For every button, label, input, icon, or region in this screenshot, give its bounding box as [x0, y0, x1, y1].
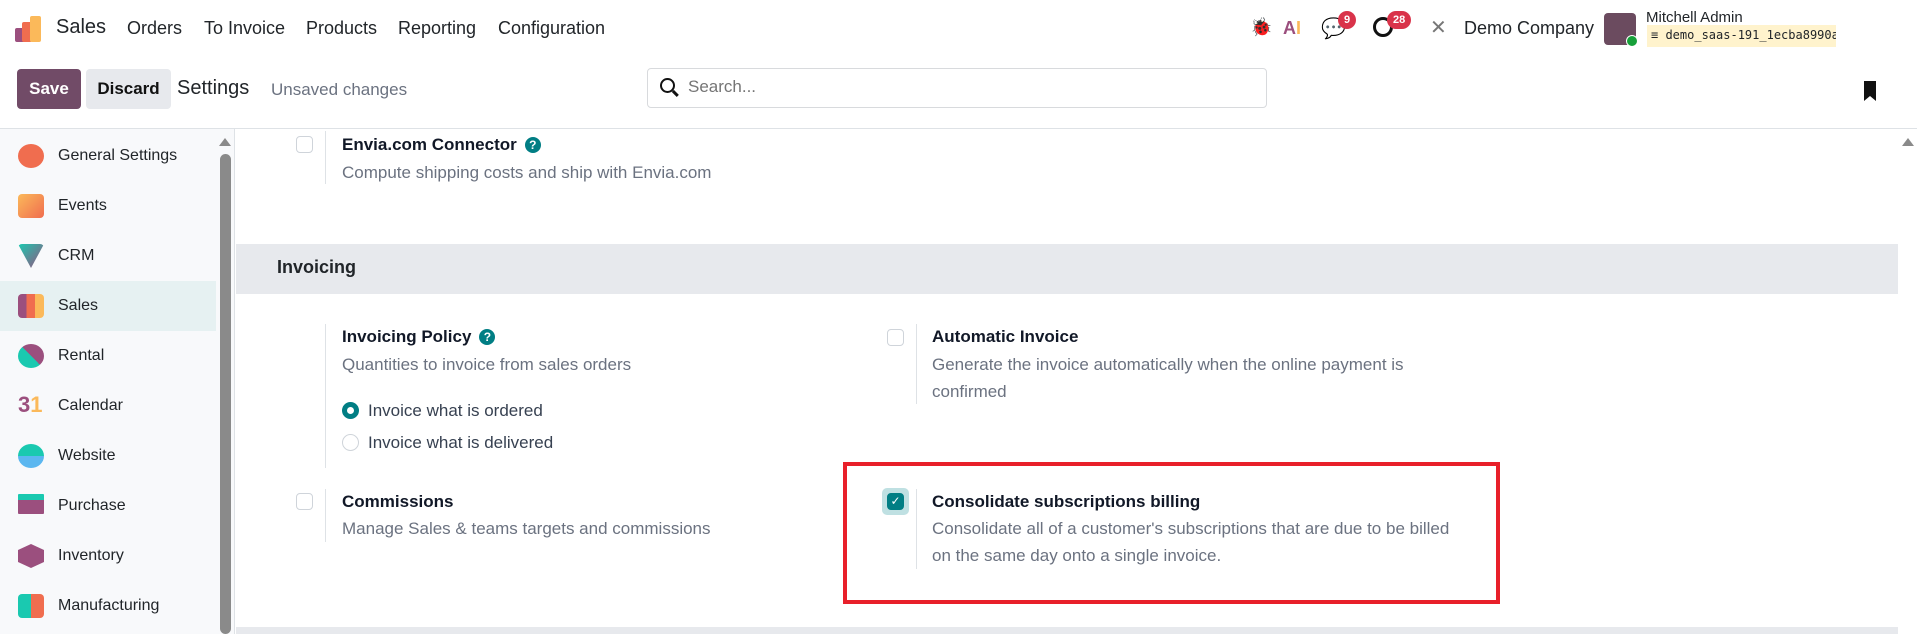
next-section-header — [236, 627, 1898, 634]
commissions-checkbox[interactable] — [296, 493, 313, 510]
sidebar-item-events[interactable]: Events — [0, 181, 216, 231]
avatar[interactable] — [1604, 13, 1638, 47]
database-name: demo_saas-191_1ecba8990a5f… — [1665, 28, 1836, 42]
user-name[interactable]: Mitchell Admin — [1646, 9, 1743, 26]
sidebar-item-label: Purchase — [58, 497, 126, 514]
messages-badge: 9 — [1338, 11, 1357, 29]
sidebar-item-label: Rental — [58, 347, 105, 364]
highlight-box — [843, 462, 1500, 604]
automatic-invoice-desc: Generate the invoice automatically when … — [932, 355, 1404, 401]
envia-desc: Compute shipping costs and ship with Env… — [342, 163, 712, 182]
crm-icon — [18, 244, 44, 268]
sidebar-item-purchase[interactable]: Purchase — [0, 481, 216, 531]
sidebar-item-label: Calendar — [58, 397, 123, 414]
sidebar-scroll-up[interactable] — [219, 138, 231, 146]
sidebar-item-inventory[interactable]: Inventory — [0, 531, 216, 581]
commissions-desc: Manage Sales & teams targets and commiss… — [342, 519, 711, 538]
breadcrumb: Settings — [177, 77, 250, 99]
events-icon — [18, 194, 44, 218]
sidebar-item-label: CRM — [58, 247, 95, 264]
tools-icon[interactable]: ✕ — [1430, 15, 1447, 40]
sidebar-item-label: Manufacturing — [58, 597, 160, 614]
company-switcher[interactable]: Demo Company — [1464, 18, 1594, 39]
general-settings-icon — [18, 144, 44, 168]
sales-app-icon[interactable] — [15, 16, 43, 44]
unsaved-status: Unsaved changes — [271, 80, 408, 99]
sidebar-scrollbar[interactable] — [220, 154, 231, 634]
search-box[interactable] — [647, 68, 1267, 108]
ai-icon[interactable]: AI — [1283, 18, 1301, 39]
radio-invoice-ordered[interactable] — [342, 402, 359, 419]
section-header-invoicing: Invoicing — [236, 244, 1898, 294]
automatic-invoice-checkbox[interactable] — [887, 329, 904, 346]
sidebar-item-general-settings[interactable]: General Settings — [0, 131, 216, 181]
database-icon: ≡ — [1651, 28, 1666, 42]
radio-label-ordered[interactable]: Invoice what is ordered — [368, 401, 543, 421]
invoicing-policy-title: Invoicing Policy? — [342, 327, 496, 347]
automatic-invoice-title: Automatic Invoice — [932, 327, 1079, 346]
search-input[interactable] — [688, 77, 1248, 97]
database-badge: ≡ demo_saas-191_1ecba8990a5f… — [1647, 25, 1836, 47]
radio-invoice-delivered[interactable] — [342, 434, 359, 451]
help-icon[interactable]: ? — [479, 329, 496, 345]
sidebar-item-sales[interactable]: Sales — [0, 281, 216, 331]
menu-orders[interactable]: Orders — [127, 18, 182, 39]
sidebar-item-label: Sales — [58, 297, 99, 314]
online-status-icon — [1626, 35, 1638, 47]
sidebar-item-manufacturing[interactable]: Manufacturing — [0, 581, 216, 631]
section-title: Invoicing — [277, 257, 357, 277]
sidebar-item-crm[interactable]: CRM — [0, 231, 216, 281]
menu-products[interactable]: Products — [306, 18, 377, 39]
bug-icon[interactable]: 🐞 — [1250, 17, 1272, 38]
purchase-icon — [18, 494, 44, 514]
website-icon — [18, 444, 44, 468]
top-navbar: Sales Orders To Invoice Products Reporti… — [0, 0, 1917, 59]
calendar-icon: 31 — [18, 392, 43, 417]
discard-button[interactable]: Discard — [86, 69, 171, 109]
menu-to-invoice[interactable]: To Invoice — [204, 18, 285, 39]
menu-configuration[interactable]: Configuration — [498, 18, 605, 39]
radio-label-delivered[interactable]: Invoice what is delivered — [368, 433, 553, 453]
sidebar-item-website[interactable]: Website — [0, 431, 216, 481]
settings-sidebar: General Settings Events CRM Sales Rental… — [0, 129, 235, 634]
content-scroll-up[interactable] — [1902, 138, 1914, 146]
invoicing-policy-desc: Quantities to invoice from sales orders — [342, 355, 632, 374]
sidebar-item-calendar[interactable]: 31 Calendar — [0, 381, 216, 431]
sidebar-item-label: Events — [58, 197, 107, 214]
inventory-icon — [18, 544, 44, 568]
sidebar-item-label: General Settings — [58, 147, 178, 164]
sidebar-item-label: Inventory — [58, 547, 124, 564]
envia-title: Envia.com Connector? — [342, 135, 541, 155]
help-icon[interactable]: ? — [524, 137, 541, 153]
activities-badge: 28 — [1387, 11, 1412, 29]
menu-reporting[interactable]: Reporting — [398, 18, 476, 39]
envia-checkbox[interactable] — [296, 136, 313, 153]
save-button[interactable]: Save — [17, 69, 81, 109]
sidebar-item-label: Website — [58, 447, 116, 464]
manufacturing-icon — [18, 594, 44, 618]
sidebar-item-rental[interactable]: Rental — [0, 331, 216, 381]
app-name[interactable]: Sales — [56, 16, 106, 39]
sales-icon — [18, 294, 44, 318]
commissions-title: Commissions — [342, 492, 454, 511]
rental-key-icon — [18, 344, 44, 368]
